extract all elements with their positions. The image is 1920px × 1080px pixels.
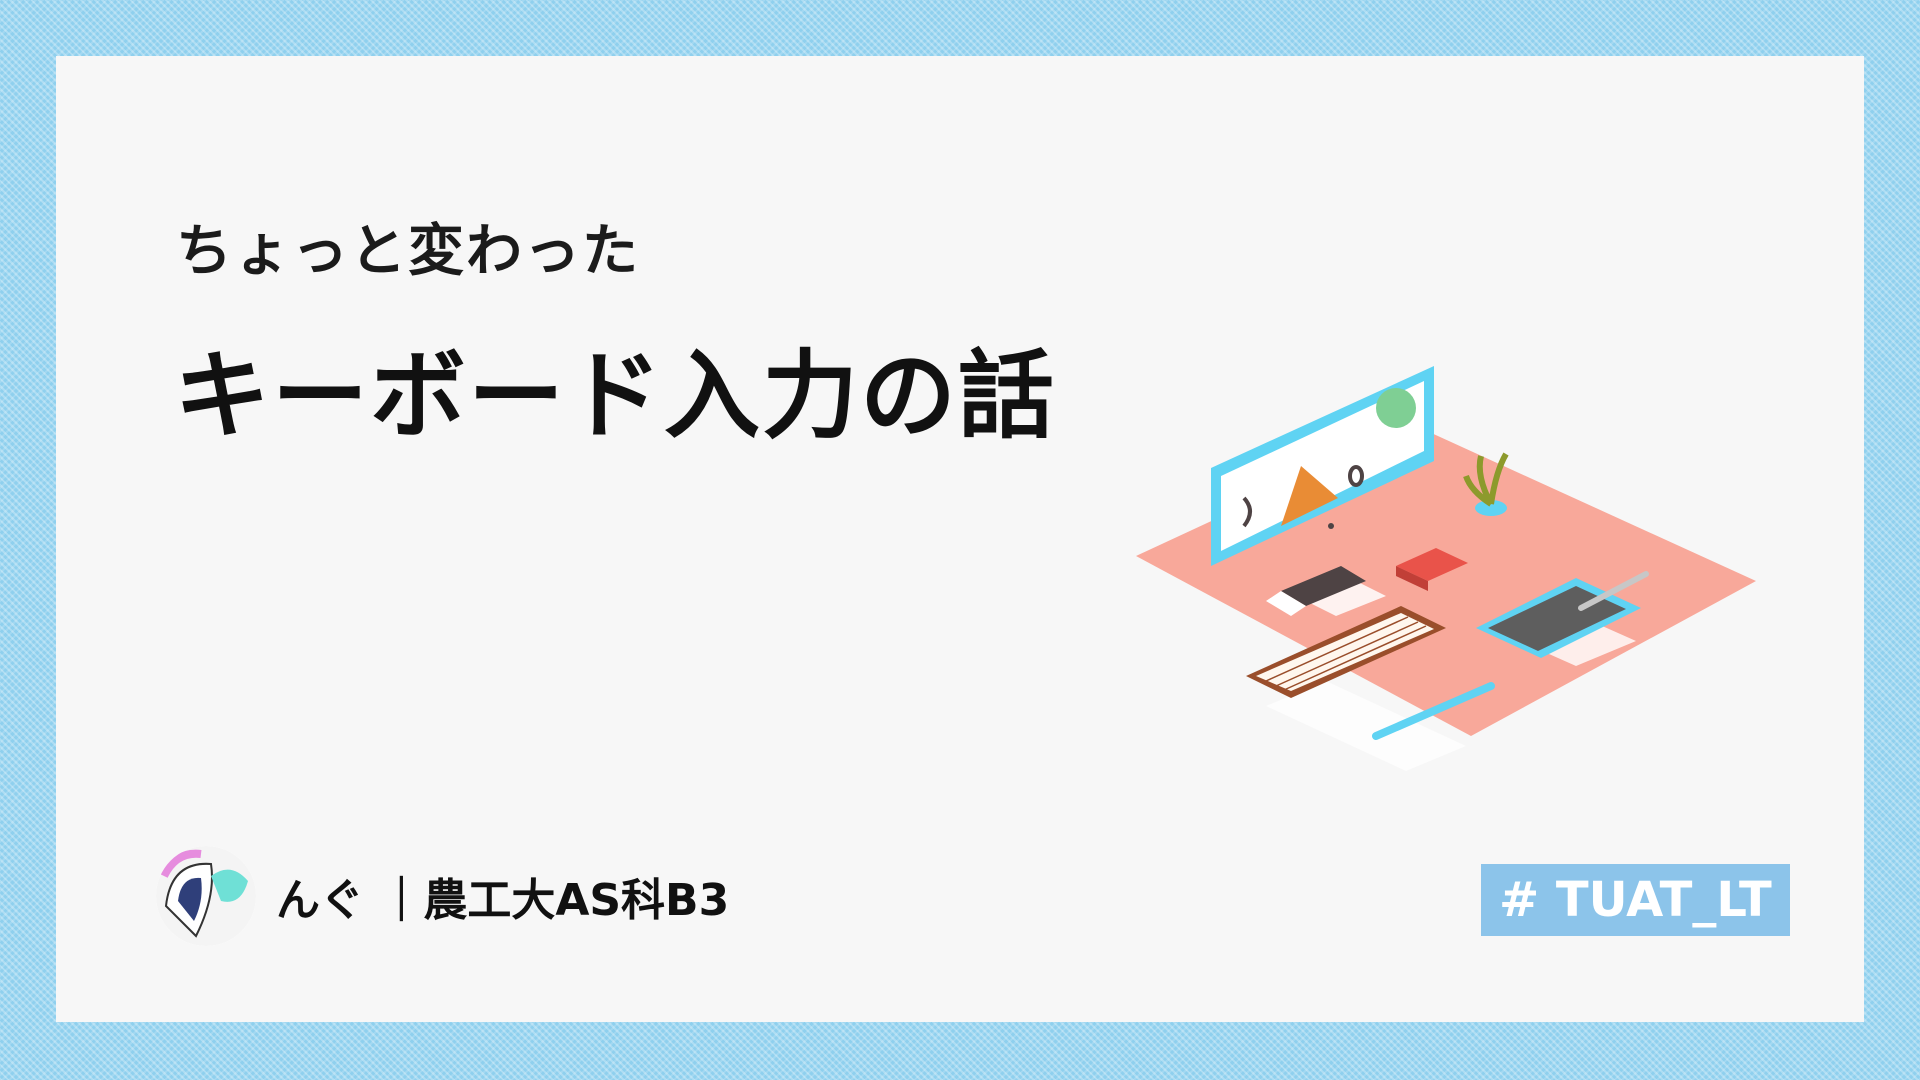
author-text: んぐ ｜農工大AS科B3 (276, 875, 730, 926)
hashtag-label: # TUAT_LT (1481, 864, 1790, 936)
screen-circle-shape (1376, 388, 1416, 428)
avatar-illustration (156, 846, 256, 946)
author-info: んぐ ｜農工大AS科B3 (156, 846, 729, 946)
slide-title: キーボード入力の話 (174, 340, 1056, 452)
slide-subtitle: ちょっと変わった (176, 219, 640, 284)
slide-card: ちょっと変わった キーボード入力の話 んぐ ｜農工大AS科B3 # TUAT_L… (56, 56, 1864, 1022)
monitor-camera-dot (1328, 523, 1334, 529)
avatar (156, 846, 256, 946)
isometric-desk-icon (1136, 366, 1756, 771)
